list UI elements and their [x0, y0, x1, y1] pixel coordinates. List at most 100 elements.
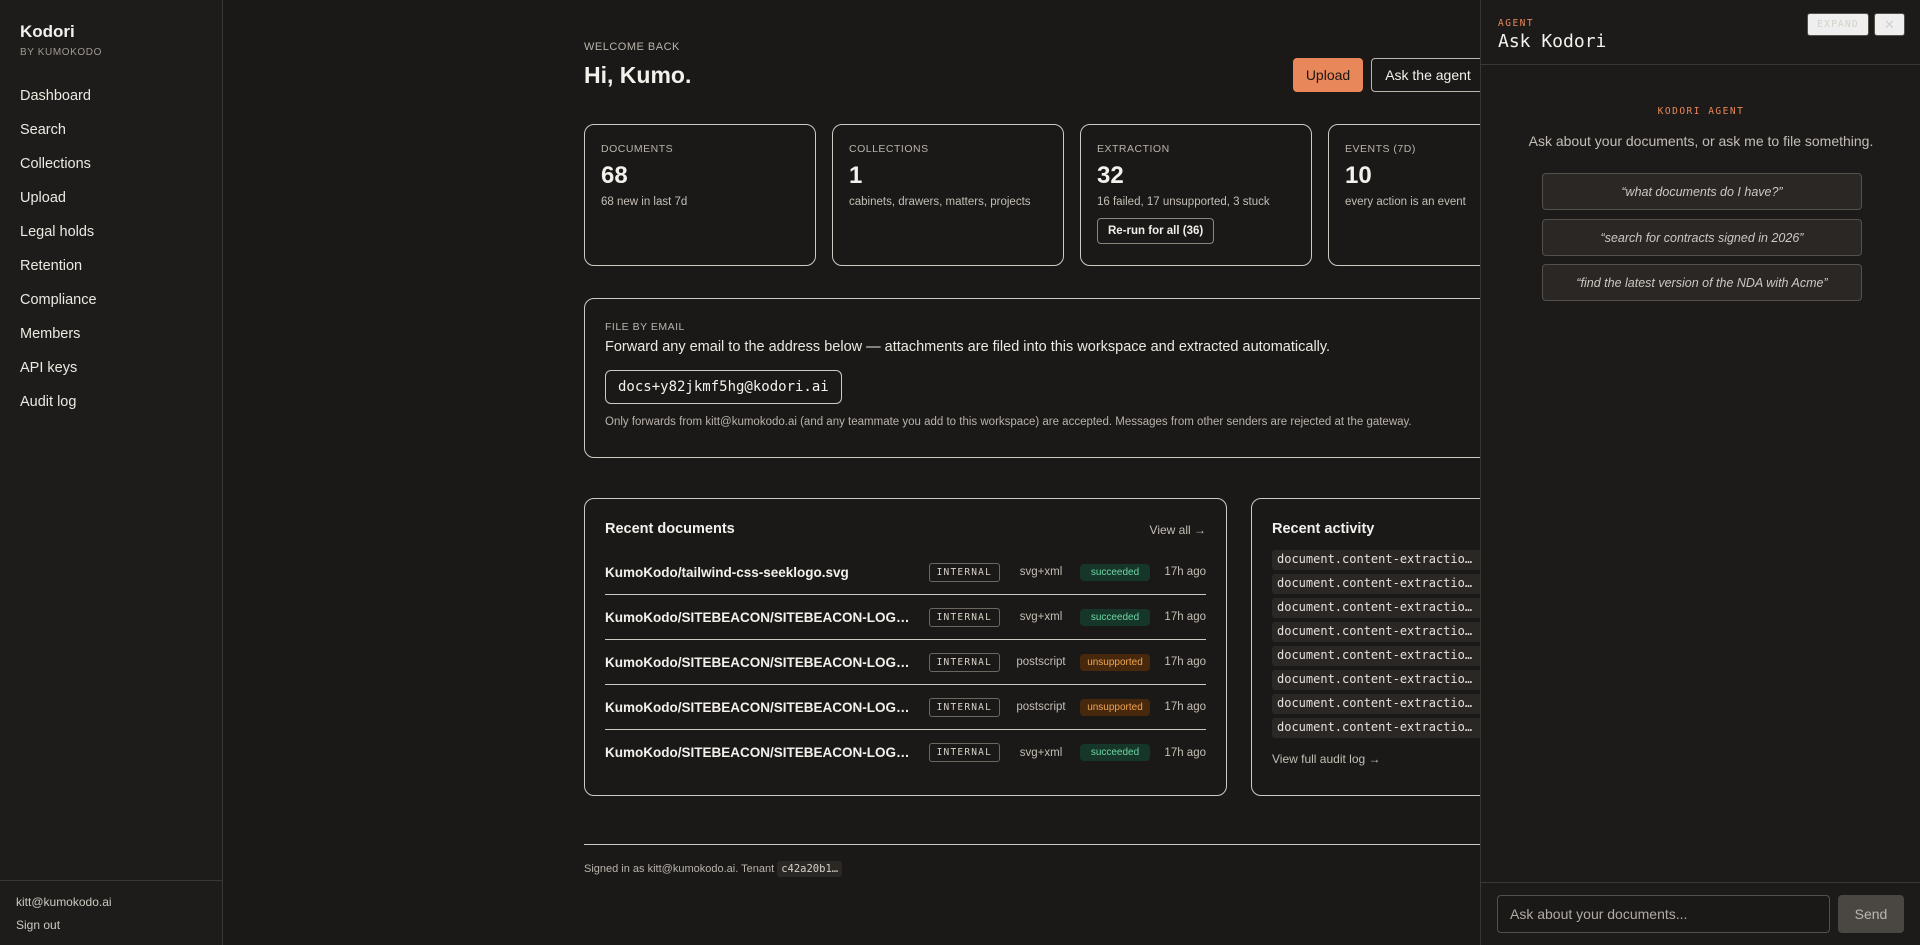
activity-list: document.content-extraction… document.co…: [1272, 550, 1490, 738]
status-badge: succeeded: [1080, 608, 1150, 626]
suggestion-chip[interactable]: “what documents do I have?”: [1542, 173, 1862, 210]
suggestion-chip[interactable]: “find the latest version of the NDA with…: [1542, 264, 1862, 301]
classification-badge: INTERNAL: [928, 743, 1000, 762]
suggestion-chip[interactable]: “search for contracts signed in 2026”: [1542, 219, 1862, 256]
sidebar-item-members[interactable]: Members: [20, 324, 97, 358]
inbound-email-address[interactable]: docs+y82jkmf5hg@kodori.ai: [605, 370, 842, 404]
send-button[interactable]: Send: [1838, 895, 1904, 933]
user-email: kitt@kumokodo.ai: [16, 895, 112, 909]
sidebar-footer: kitt@kumokodo.ai Sign out: [0, 880, 222, 945]
mime-type: svg+xml: [1019, 746, 1063, 759]
footer-text: Signed in as kitt@kumokodo.ai. Tenant c4…: [584, 861, 843, 877]
file-by-email-description: Forward any email to the address below —…: [605, 339, 1331, 355]
status-badge: unsupported: [1080, 653, 1150, 671]
sidebar-item-audit-log[interactable]: Audit log: [20, 392, 97, 426]
tenant-id: c42a20b1…: [777, 861, 843, 877]
brand-subtitle: BY KUMOKODO: [20, 47, 102, 58]
document-time: 17h ago: [1164, 656, 1206, 668]
classification-badge: INTERNAL: [928, 607, 1000, 627]
classification-badge: INTERNAL: [928, 697, 1000, 717]
classification-badge: INTERNAL: [928, 562, 1000, 582]
document-name[interactable]: KumoKodo/SITEBEACON/SITEBEACON-LOGO.svg: [605, 745, 929, 760]
document-name[interactable]: KumoKodo/SITEBEACON/SITEBEACON-LOGO2.svg: [605, 610, 929, 625]
status-badge: succeeded: [1080, 563, 1150, 581]
brand-name[interactable]: Kodori: [20, 22, 102, 42]
page-title: Hi, Kumo.: [584, 62, 692, 88]
agent-kicker: AGENT: [1498, 18, 1535, 29]
stat-card-extraction: EXTRACTION 32 16 failed, 17 unsupported,…: [1080, 124, 1312, 266]
sidebar-item-compliance[interactable]: Compliance: [20, 290, 97, 324]
stat-note: 68 new in last 7d: [601, 196, 688, 208]
sidebar-item-dashboard[interactable]: Dashboard: [20, 86, 97, 120]
file-by-email-note: Only forwards from kitt@kumokodo.ai (and…: [605, 416, 1412, 428]
document-name[interactable]: KumoKodo/SITEBEACON/SITEBEACON-LOGO.eps: [605, 700, 929, 715]
status-badge: succeeded: [1080, 744, 1150, 761]
mime-type: postscript: [1016, 656, 1066, 668]
recent-documents-card: Recent documents View all → KumoKodo/tai…: [584, 498, 1227, 796]
agent-message-input[interactable]: [1497, 895, 1830, 933]
signed-in-text: Signed in as kitt@kumokodo.ai. Tenant: [584, 863, 775, 875]
document-name[interactable]: KumoKodo/SITEBEACON/SITEBEACON-LOGO.ai: [605, 655, 929, 670]
activity-item: document.content-extraction…: [1272, 622, 1482, 642]
stat-value: 1: [849, 162, 863, 189]
recent-activity-card: Recent activity document.content-extract…: [1251, 498, 1511, 796]
stat-card-collections[interactable]: COLLECTIONS 1 cabinets, drawers, matters…: [832, 124, 1064, 266]
expand-button[interactable]: EXPAND: [1807, 13, 1869, 36]
activity-item: document.content-extraction…: [1272, 646, 1482, 666]
sidebar-item-search[interactable]: Search: [20, 120, 97, 154]
activity-item: document.content-extraction…: [1272, 574, 1482, 594]
rerun-all-button[interactable]: Re-run for all (36): [1097, 218, 1215, 244]
mime-type: svg+xml: [1019, 566, 1063, 578]
mime-type: svg+xml: [1019, 611, 1063, 623]
recent-activity-title: Recent activity: [1272, 521, 1375, 537]
welcome-kicker: WELCOME BACK: [584, 41, 680, 53]
stat-label: COLLECTIONS: [849, 143, 929, 155]
document-time: 17h ago: [1164, 611, 1206, 623]
document-row[interactable]: KumoKodo/SITEBEACON/SITEBEACON-LOGO2.svg…: [605, 595, 1206, 640]
sidebar-item-api-keys[interactable]: API keys: [20, 358, 97, 392]
status-badge: unsupported: [1080, 698, 1150, 716]
footer-divider: [584, 844, 1484, 845]
document-time: 17h ago: [1164, 566, 1206, 578]
sidebar-item-retention[interactable]: Retention: [20, 256, 97, 290]
view-audit-log-link[interactable]: View full audit log →: [1272, 752, 1490, 766]
sidebar-item-legal-holds[interactable]: Legal holds: [20, 222, 97, 256]
file-by-email-card: FILE BY EMAIL Forward any email to the a…: [584, 298, 1504, 458]
recent-documents-title: Recent documents: [605, 521, 735, 537]
stat-card-documents[interactable]: DOCUMENTS 68 68 new in last 7d: [584, 124, 816, 266]
recent-documents-list: KumoKodo/tailwind-css-seeklogo.svg INTER…: [605, 550, 1206, 775]
file-by-email-kicker: FILE BY EMAIL: [605, 321, 685, 333]
agent-header: AGENT Ask Kodori EXPAND ✕: [1481, 0, 1920, 65]
sign-out-link[interactable]: Sign out: [16, 918, 206, 932]
ask-agent-button[interactable]: Ask the agent: [1371, 58, 1485, 92]
activity-item: document.content-extraction…: [1272, 550, 1482, 570]
document-row[interactable]: KumoKodo/SITEBEACON/SITEBEACON-LOGO.ai I…: [605, 640, 1206, 685]
mime-type: postscript: [1016, 701, 1066, 713]
classification-badge: INTERNAL: [928, 652, 1000, 672]
activity-item: document.content-extraction…: [1272, 694, 1482, 714]
agent-title: Ask Kodori: [1498, 31, 1607, 52]
document-time: 17h ago: [1164, 746, 1206, 759]
document-name[interactable]: KumoKodo/tailwind-css-seeklogo.svg: [605, 565, 929, 580]
sidebar-item-upload[interactable]: Upload: [20, 188, 97, 222]
brand: Kodori BY KUMOKODO: [20, 22, 102, 58]
upload-button[interactable]: Upload: [1293, 58, 1363, 92]
sidebar-item-collections[interactable]: Collections: [20, 154, 97, 188]
stat-label: DOCUMENTS: [601, 143, 674, 155]
activity-item: document.content-extraction…: [1272, 718, 1482, 738]
agent-sub-kicker: KODORI AGENT: [1657, 106, 1745, 117]
stat-label: EXTRACTION: [1097, 143, 1170, 155]
document-row[interactable]: KumoKodo/SITEBEACON/SITEBEACON-LOGO.eps …: [605, 685, 1206, 730]
close-icon[interactable]: ✕: [1874, 13, 1905, 36]
agent-intro: Ask about your documents, or ask me to f…: [1528, 133, 1874, 149]
agent-composer: Send: [1481, 882, 1920, 945]
sidebar: Kodori BY KUMOKODO Dashboard Search Coll…: [0, 0, 223, 945]
stat-value: 68: [601, 162, 628, 189]
stat-note: cabinets, drawers, matters, projects: [849, 196, 1031, 208]
document-row[interactable]: KumoKodo/tailwind-css-seeklogo.svg INTER…: [605, 550, 1206, 595]
agent-panel: AGENT Ask Kodori EXPAND ✕ KODORI AGENT A…: [1480, 0, 1920, 945]
activity-item: document.content-extraction…: [1272, 598, 1482, 618]
activity-item: document.content-extraction…: [1272, 670, 1482, 690]
view-all-documents-link[interactable]: View all →: [1150, 523, 1206, 537]
document-row[interactable]: KumoKodo/SITEBEACON/SITEBEACON-LOGO.svg …: [605, 730, 1206, 775]
